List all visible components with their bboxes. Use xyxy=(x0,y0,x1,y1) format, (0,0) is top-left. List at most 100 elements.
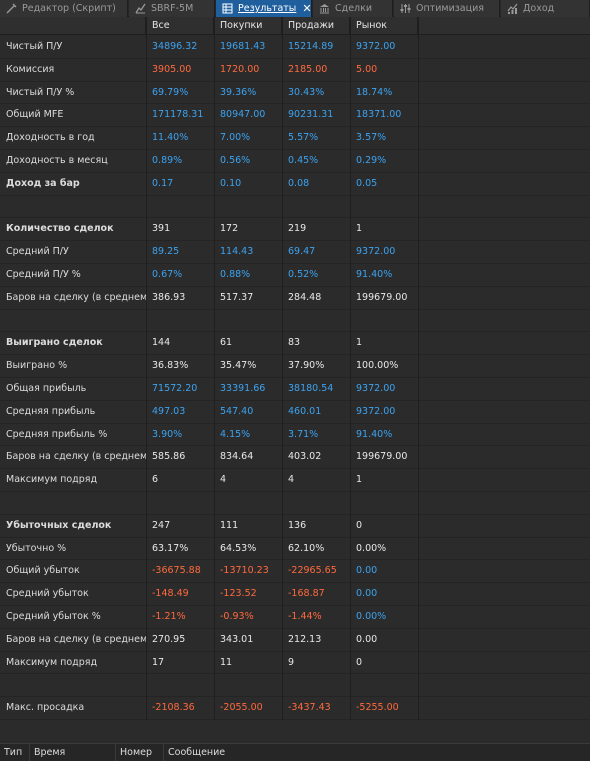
row-value: 0 xyxy=(356,519,363,531)
log-column-message[interactable]: Сообщение xyxy=(164,744,590,761)
row-label: Максимум подряд xyxy=(6,474,98,486)
row-value: -36675.88 xyxy=(152,565,201,577)
table-row[interactable]: Макс. просадка -2108.36 -2055.00 -3437.43 -5… xyxy=(0,697,590,720)
table-row[interactable]: Комиссия 3905.00 1720.00 2185.00 5.00 xyxy=(0,59,590,82)
row-value xyxy=(350,310,418,333)
table-row[interactable] xyxy=(0,492,590,515)
row-value: 247 xyxy=(152,519,171,531)
row-label: Убыточных сделок xyxy=(6,519,112,531)
column-header-sells[interactable]: Продажи xyxy=(282,17,350,35)
table-row[interactable]: Средняя прибыль % 3.90% 4.15% 3.71% 91.40% xyxy=(0,424,590,447)
table-row[interactable]: Баров на сделку (в среднем) 585.86 834.64 4… xyxy=(0,446,590,470)
row-value: 4 xyxy=(288,474,295,486)
row-value: 9372.00 xyxy=(356,383,396,394)
row-value: 460.01 xyxy=(288,405,322,417)
table-row[interactable]: Общий MFE 171178.31 80947.00 90231.31 18371.… xyxy=(0,104,590,128)
table-row[interactable]: Средний П/У % 0.67% 0.88% 0.52% 91.40% xyxy=(0,264,590,287)
row-value: 0.88% xyxy=(220,269,251,280)
row-label: Доходность в год xyxy=(6,132,95,144)
row-value: 172 xyxy=(220,223,239,235)
row-label: Средняя прибыль xyxy=(6,405,96,417)
row-value: 199679.00 xyxy=(356,291,408,303)
tab-optimization[interactable]: Оптимизация xyxy=(394,0,500,17)
row-value xyxy=(282,310,350,333)
row-value: 284.48 xyxy=(288,291,322,303)
row-label xyxy=(0,196,146,219)
tab-label: SBRF-5M xyxy=(151,3,194,14)
row-value: -168.87 xyxy=(288,588,325,600)
table-row[interactable] xyxy=(0,196,590,219)
row-value: 89.25 xyxy=(152,246,180,258)
table-row[interactable]: Средний убыток -148.49 -123.52 -168.87 0.00 xyxy=(0,583,590,606)
row-value: -13710.23 xyxy=(220,565,269,577)
log-column-type[interactable]: Тип xyxy=(0,744,30,761)
table-row[interactable]: Доходность в год 11.40% 7.00% 5.57% 3.57% xyxy=(0,127,590,150)
table-row[interactable]: Доход за бар 0.17 0.10 0.08 0.05 xyxy=(0,173,590,196)
table-row[interactable]: Доходность в месяц 0.89% 0.56% 0.45% 0.29% xyxy=(0,150,590,173)
row-value: 0.00 xyxy=(356,565,378,577)
table-row[interactable]: Убыточных сделок 247 111 136 0 xyxy=(0,515,590,538)
row-label: Баров на сделку (в среднем) xyxy=(6,291,146,303)
row-value: 114.43 xyxy=(220,246,254,258)
table-row[interactable]: Средняя прибыль 497.03 547.40 460.01 9372.00 xyxy=(0,401,590,424)
row-value: 80947.00 xyxy=(220,109,266,121)
table-row[interactable]: Чистый П/У 34896.32 19681.43 15214.89 9372.0… xyxy=(0,36,590,59)
table-row[interactable]: Выиграно сделок 144 61 83 1 xyxy=(0,332,590,356)
row-value: 144 xyxy=(152,337,171,349)
table-row[interactable]: Общий убыток -36675.88 -13710.23 -22965.65 0… xyxy=(0,560,590,584)
table-row[interactable]: Убыточно % 63.17% 64.53% 62.10% 0.00% xyxy=(0,538,590,561)
row-value: 0.00% xyxy=(356,611,387,622)
row-value: 0.17 xyxy=(152,177,174,189)
row-value: 585.86 xyxy=(152,451,186,463)
column-header-label[interactable] xyxy=(0,17,146,35)
row-label: Выиграно % xyxy=(6,360,68,372)
row-value xyxy=(214,674,282,697)
table-row[interactable]: Максимум подряд 17 11 9 0 xyxy=(0,652,590,675)
row-value: 517.37 xyxy=(220,291,254,303)
row-value: 5.00 xyxy=(356,63,378,75)
column-divider xyxy=(418,17,419,720)
table-row[interactable]: Баров на сделку (в среднем) 270.95 343.01 2… xyxy=(0,629,590,652)
row-value: 0.00 xyxy=(356,633,378,645)
row-value: 35.47% xyxy=(220,360,257,372)
table-row[interactable]: Баров на сделку (в среднем) 386.93 517.37 2… xyxy=(0,287,590,310)
column-header-market[interactable]: Рынок xyxy=(350,17,418,35)
row-label: Макс. просадка xyxy=(6,702,85,714)
close-icon[interactable]: ✕ xyxy=(302,2,311,15)
tab-label: Оптимизация xyxy=(416,3,484,14)
table-row[interactable] xyxy=(0,310,590,333)
log-column-number[interactable]: Номер xyxy=(116,744,164,761)
row-value xyxy=(146,674,214,697)
column-header-all[interactable]: Все xyxy=(146,17,214,35)
row-value: 547.40 xyxy=(220,405,254,417)
row-value: 199679.00 xyxy=(356,451,408,463)
row-value: 9372.00 xyxy=(356,405,396,417)
table-row[interactable]: Средний П/У 89.25 114.43 69.47 9372.00 xyxy=(0,241,590,264)
row-value: 0.67% xyxy=(152,269,183,280)
tab-trades[interactable]: Сделки xyxy=(313,0,393,17)
column-header-buys[interactable]: Покупки xyxy=(214,17,282,35)
tab-income[interactable]: Доход xyxy=(501,0,590,17)
table-row[interactable]: Выиграно % 36.83% 35.47% 37.90% 100.00% xyxy=(0,355,590,378)
table-row[interactable]: Чистый П/У % 69.79% 39.36% 30.43% 18.74% xyxy=(0,82,590,105)
row-value: 90231.31 xyxy=(288,109,334,121)
row-value: 19681.43 xyxy=(220,41,266,52)
table-row[interactable]: Количество сделок 391 172 219 1 xyxy=(0,218,590,242)
row-value: 4 xyxy=(220,474,227,486)
row-value: 4.15% xyxy=(220,428,251,440)
table-row[interactable]: Средний убыток % -1.21% -0.93% -1.44% 0.00% xyxy=(0,606,590,629)
log-column-time[interactable]: Время xyxy=(30,744,116,761)
tab-script-editor[interactable]: Редактор (Скрипт) xyxy=(0,0,128,17)
table-row[interactable]: Общая прибыль 71572.20 33391.66 38180.54 937… xyxy=(0,378,590,401)
income-chart-icon xyxy=(507,3,518,14)
tab-results[interactable]: Результаты ✕ xyxy=(216,0,312,17)
row-label: Комиссия xyxy=(6,63,55,75)
table-row[interactable] xyxy=(0,674,590,698)
row-label: Доходность в месяц xyxy=(6,155,108,166)
table-row[interactable]: Максимум подряд 6 4 4 1 xyxy=(0,469,590,492)
row-value: 3.71% xyxy=(288,428,319,440)
row-value: -2108.36 xyxy=(152,702,195,714)
row-value xyxy=(350,196,418,219)
tab-sbrf[interactable]: SBRF-5M xyxy=(129,0,215,17)
row-value: 83 xyxy=(288,337,301,349)
